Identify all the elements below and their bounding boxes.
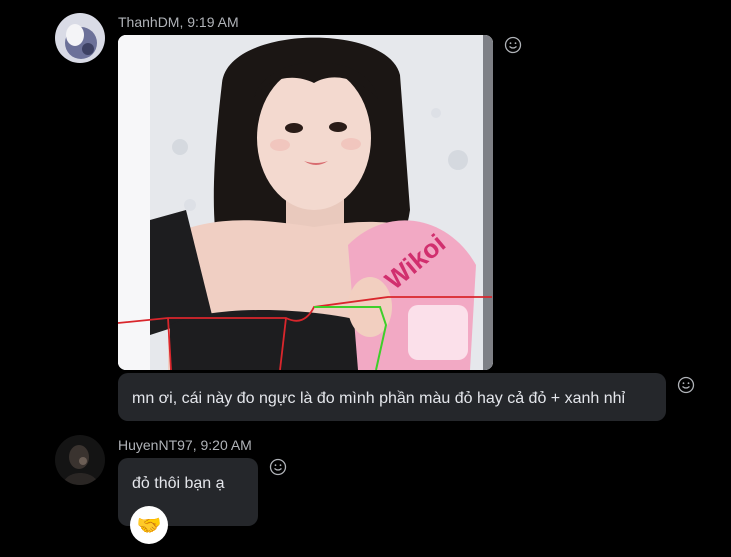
handshake-icon: 🤝 xyxy=(136,514,162,537)
message-bubble-thanhdm[interactable]: mn ơi, cái này đo ngực là đo mình phần m… xyxy=(118,373,666,421)
avatar-thanhdm-image xyxy=(55,13,105,63)
avatar-huyennt97-image xyxy=(55,435,105,485)
message-header-huyennt97: HuyenNT97, 9:20 AM xyxy=(118,437,252,453)
photo-image: Wikoi xyxy=(118,35,493,370)
add-reaction-icon[interactable] xyxy=(269,458,287,476)
message-text: đỏ thôi bạn ạ xyxy=(132,475,225,492)
message-header-thanhdm: ThanhDM, 9:19 AM xyxy=(118,14,239,30)
message-photo-attachment[interactable]: Wikoi xyxy=(118,35,493,370)
message-text: mn ơi, cái này đo ngực là đo mình phần m… xyxy=(132,390,626,407)
add-reaction-icon[interactable] xyxy=(677,376,695,394)
add-reaction-icon[interactable] xyxy=(504,36,522,54)
handshake-reaction[interactable]: 🤝 xyxy=(130,506,168,544)
avatar-huyennt97[interactable] xyxy=(55,435,105,485)
avatar-thanhdm[interactable] xyxy=(55,13,105,63)
